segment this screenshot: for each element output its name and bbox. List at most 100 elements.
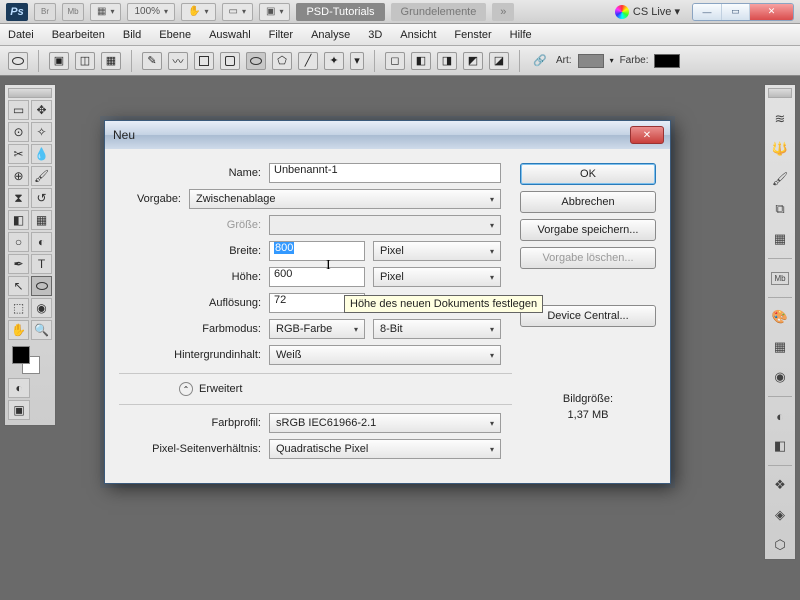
- dock-adjust-icon[interactable]: ◐: [769, 405, 791, 427]
- line-icon[interactable]: ╱: [298, 52, 318, 70]
- tool-wand[interactable]: ✧: [31, 122, 52, 142]
- hoehe-input[interactable]: 600: [269, 267, 365, 287]
- combine-exclude-icon[interactable]: ◪: [489, 52, 509, 70]
- combine-intersect-icon[interactable]: ◩: [463, 52, 483, 70]
- tool-history[interactable]: ↺: [31, 188, 52, 208]
- view-dd[interactable]: ▭: [222, 3, 253, 21]
- menu-3d[interactable]: 3D: [368, 29, 382, 41]
- workspace-more-icon[interactable]: »: [492, 3, 514, 21]
- custom-shape-icon[interactable]: ✦: [324, 52, 344, 70]
- erweitert-label[interactable]: Erweitert: [199, 383, 242, 395]
- dock-paths-icon[interactable]: ⬡: [769, 534, 791, 556]
- maximize-button[interactable]: ▭: [721, 4, 749, 20]
- tool-marquee[interactable]: ▭: [8, 100, 29, 120]
- tool-crop[interactable]: ✂: [8, 144, 29, 164]
- close-button[interactable]: ✕: [749, 4, 793, 20]
- dock-history-icon[interactable]: ≋: [769, 108, 791, 130]
- arrange-dd[interactable]: ▦: [90, 3, 121, 21]
- bridge-icon[interactable]: Br: [34, 3, 56, 21]
- tool-type[interactable]: T: [31, 254, 52, 274]
- cancel-button[interactable]: Abbrechen: [520, 191, 656, 213]
- tool-brush[interactable]: 🖌: [31, 166, 52, 186]
- tool-shape[interactable]: [31, 276, 52, 296]
- tool-preset-icon[interactable]: [8, 52, 28, 70]
- dock-grip[interactable]: [768, 88, 792, 98]
- zoom-dd[interactable]: 100%: [127, 3, 175, 21]
- ok-button[interactable]: OK: [520, 163, 656, 185]
- combine-new-icon[interactable]: ◻: [385, 52, 405, 70]
- combine-sub-icon[interactable]: ◨: [437, 52, 457, 70]
- dialog-titlebar[interactable]: Neu ✕: [105, 121, 670, 149]
- screen-dd[interactable]: ▣: [259, 3, 290, 21]
- workspace-tab-tutorials[interactable]: PSD-Tutorials: [296, 3, 384, 21]
- dock-channels-icon[interactable]: ◈: [769, 504, 791, 526]
- hoehe-unit-dd[interactable]: Pixel: [373, 267, 501, 287]
- dock-mb-icon[interactable]: Mb: [769, 267, 791, 289]
- farbe-swatch[interactable]: [654, 54, 680, 68]
- farbtiefe-dd[interactable]: 8-Bit: [373, 319, 501, 339]
- dock-masks-icon[interactable]: ◧: [769, 435, 791, 457]
- farbmodus-dd[interactable]: RGB-Farbe: [269, 319, 365, 339]
- dialog-close-button[interactable]: ✕: [630, 126, 664, 144]
- minimize-button[interactable]: —: [693, 4, 721, 20]
- tool-blur[interactable]: ○: [8, 232, 29, 252]
- menu-bild[interactable]: Bild: [123, 29, 141, 41]
- name-input[interactable]: Unbenannt-1: [269, 163, 501, 183]
- menu-fenster[interactable]: Fenster: [454, 29, 491, 41]
- freeform-icon[interactable]: 〰: [168, 52, 188, 70]
- minibridge-icon[interactable]: Mb: [62, 3, 84, 21]
- toolbox-grip[interactable]: [8, 88, 52, 98]
- screenmode-icon[interactable]: ▣: [8, 400, 30, 420]
- tool-path[interactable]: ↖: [8, 276, 29, 296]
- tool-zoom[interactable]: 🔍: [31, 320, 52, 340]
- dock-clone-icon[interactable]: ⧉: [769, 198, 791, 220]
- menu-filter[interactable]: Filter: [269, 29, 293, 41]
- dock-brushes-icon[interactable]: 🖌: [769, 168, 791, 190]
- menu-datei[interactable]: Datei: [8, 29, 34, 41]
- tool-hand[interactable]: ✋: [8, 320, 29, 340]
- rrect-icon[interactable]: [220, 52, 240, 70]
- workspace-tab-grundelemente[interactable]: Grundelemente: [391, 3, 487, 21]
- dock-presets-icon[interactable]: ▦: [769, 228, 791, 250]
- shape-layers-icon[interactable]: ▣: [49, 52, 69, 70]
- dock-styles-icon[interactable]: ◉: [769, 366, 791, 388]
- breite-input[interactable]: 800: [269, 241, 365, 261]
- vorgabe-dd[interactable]: Zwischenablage: [189, 189, 501, 209]
- cs-live-button[interactable]: CS Live ▾: [615, 5, 680, 19]
- ellipse-icon[interactable]: [246, 52, 266, 70]
- hand-dd[interactable]: ✋: [181, 3, 215, 21]
- tool-move[interactable]: ✥: [31, 100, 52, 120]
- menu-auswahl[interactable]: Auswahl: [209, 29, 251, 41]
- tool-stamp[interactable]: ⧗: [8, 188, 29, 208]
- rect-icon[interactable]: [194, 52, 214, 70]
- quickmask-icon[interactable]: ◐: [8, 378, 30, 398]
- menu-analyse[interactable]: Analyse: [311, 29, 350, 41]
- dock-layers-icon[interactable]: ❖: [769, 474, 791, 496]
- shape-options-icon[interactable]: ▾: [350, 52, 364, 70]
- art-swatch[interactable]: [578, 54, 604, 68]
- tool-dodge[interactable]: ◐: [31, 232, 52, 252]
- tool-3d[interactable]: ⬚: [8, 298, 29, 318]
- combine-add-icon[interactable]: ◧: [411, 52, 431, 70]
- erweitert-toggle-icon[interactable]: ⌃: [179, 382, 193, 396]
- tool-3dcam[interactable]: ◉: [31, 298, 52, 318]
- farbprofil-dd[interactable]: sRGB IEC61966-2.1: [269, 413, 501, 433]
- tool-heal[interactable]: ⊕: [8, 166, 29, 186]
- dock-swatches-icon[interactable]: ▦: [769, 336, 791, 358]
- menu-bearbeiten[interactable]: Bearbeiten: [52, 29, 105, 41]
- link-icon[interactable]: 🔗: [530, 52, 550, 70]
- paths-icon[interactable]: ◫: [75, 52, 95, 70]
- psv-dd[interactable]: Quadratische Pixel: [269, 439, 501, 459]
- fill-pixels-icon[interactable]: ▦: [101, 52, 121, 70]
- tool-pen[interactable]: ✒: [8, 254, 29, 274]
- save-preset-button[interactable]: Vorgabe speichern...: [520, 219, 656, 241]
- tool-eraser[interactable]: ◧: [8, 210, 29, 230]
- menu-ebene[interactable]: Ebene: [159, 29, 191, 41]
- menu-hilfe[interactable]: Hilfe: [510, 29, 532, 41]
- hg-dd[interactable]: Weiß: [269, 345, 501, 365]
- dock-actions-icon[interactable]: 🔱: [769, 138, 791, 160]
- pen-icon[interactable]: ✎: [142, 52, 162, 70]
- polygon-icon[interactable]: ⬠: [272, 52, 292, 70]
- tool-lasso[interactable]: ⊙: [8, 122, 29, 142]
- tool-gradient[interactable]: ▦: [31, 210, 52, 230]
